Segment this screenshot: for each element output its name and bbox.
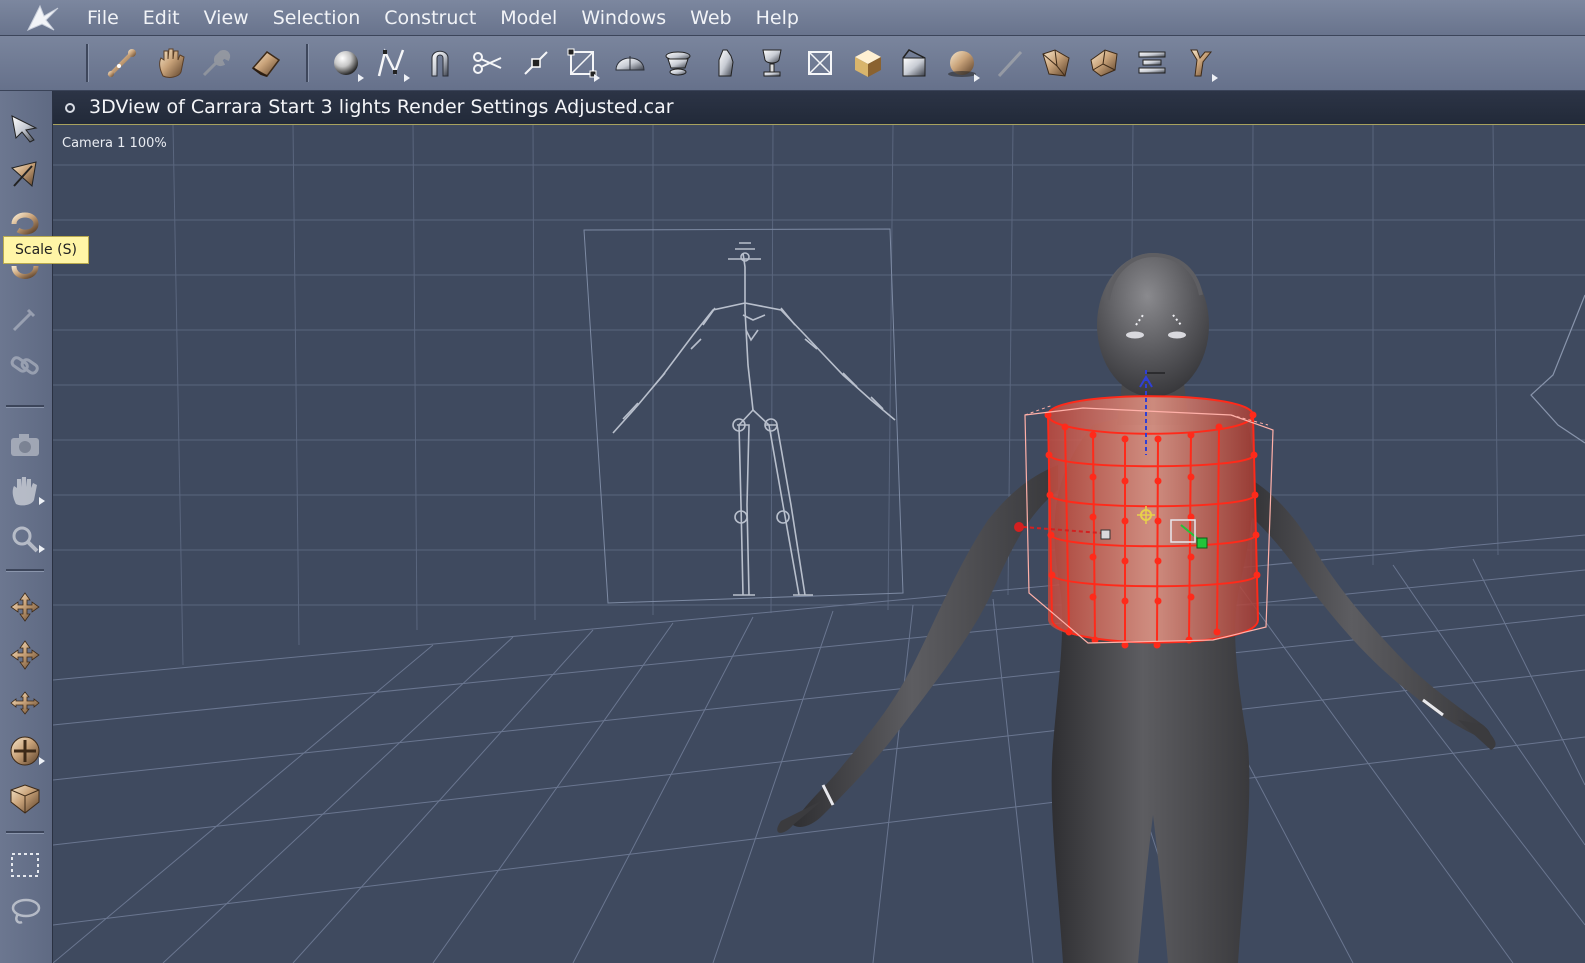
half-dome-icon[interactable] — [610, 42, 650, 84]
grid-floor — [53, 534, 1585, 963]
move-yz-icon[interactable] — [5, 683, 45, 723]
shape-twist-icon[interactable] — [1084, 42, 1124, 84]
menubar: File Edit View Selection Construct Model… — [0, 0, 1585, 36]
viewport-menu-dot-icon[interactable] — [65, 103, 75, 113]
magnet-icon[interactable] — [420, 42, 460, 84]
toolbar-separator — [306, 44, 308, 82]
bones-tool-icon[interactable] — [102, 42, 142, 84]
menu-windows[interactable]: Windows — [569, 0, 678, 35]
align-icon[interactable] — [1132, 42, 1172, 84]
menu-file[interactable]: File — [75, 0, 131, 35]
glove-icon[interactable] — [706, 42, 746, 84]
menu-model[interactable]: Model — [488, 0, 569, 35]
carrara-logo-icon[interactable] — [24, 2, 62, 32]
wand-icon[interactable] — [990, 42, 1030, 84]
move-xz-icon[interactable] — [5, 635, 45, 675]
toolbar-separator — [86, 44, 88, 82]
hand-grab-icon[interactable] — [152, 42, 192, 84]
tooltip: Scale (S) — [3, 236, 89, 264]
eyedropper-icon[interactable] — [5, 299, 45, 339]
lasso-select-icon[interactable] — [5, 891, 45, 931]
box-open-icon[interactable] — [894, 42, 934, 84]
menu-selection[interactable]: Selection — [261, 0, 373, 35]
scissors-icon[interactable] — [468, 42, 508, 84]
tool-palette — [0, 91, 53, 963]
move-xy-icon[interactable] — [5, 587, 45, 627]
menu-construct[interactable]: Construct — [372, 0, 488, 35]
spline-tool-icon[interactable] — [372, 42, 412, 84]
trophy-icon[interactable] — [752, 42, 792, 84]
scene-canvas[interactable] — [53, 125, 1585, 963]
menu-web[interactable]: Web — [678, 0, 743, 35]
marquee-select-icon[interactable] — [5, 845, 45, 885]
menu-help[interactable]: Help — [744, 0, 811, 35]
menu-bar-items: File Edit View Selection Construct Model… — [75, 0, 811, 35]
wrench-tool-icon[interactable] — [196, 42, 236, 84]
3d-viewport[interactable]: 3DView of Carrara Start 3 lights Render … — [53, 91, 1585, 963]
chain-link-icon[interactable] — [5, 345, 45, 385]
grid-back-wall — [53, 125, 1585, 666]
tool-separator — [6, 405, 44, 407]
menu-edit[interactable]: Edit — [131, 0, 192, 35]
move-all-icon[interactable] — [5, 731, 45, 771]
camera-icon[interactable] — [5, 425, 45, 465]
pan-hand-icon[interactable] — [5, 471, 45, 511]
skeleton-bounding-frame — [583, 228, 904, 604]
shape-morph-icon[interactable] — [1036, 42, 1076, 84]
eraser-tool-icon[interactable] — [246, 42, 286, 84]
sphere-primitive-icon[interactable] — [326, 42, 366, 84]
viewport-title: 3DView of Carrara Start 3 lights Render … — [89, 96, 674, 118]
offscreen-object-wireframe — [1530, 294, 1585, 444]
plane-icon[interactable] — [800, 42, 840, 84]
menu-view[interactable]: View — [192, 0, 261, 35]
direct-select-icon[interactable] — [5, 155, 45, 195]
zoom-magnifier-icon[interactable] — [5, 519, 45, 559]
viewport-titlebar: 3DView of Carrara Start 3 lights Render … — [53, 91, 1585, 125]
cube-icon[interactable] — [848, 42, 888, 84]
lathe-icon[interactable] — [658, 42, 698, 84]
main-toolbar — [0, 36, 1585, 91]
sphere-lit-icon[interactable] — [942, 42, 982, 84]
figure-icon[interactable] — [1180, 42, 1220, 84]
tool-separator — [6, 569, 44, 571]
camera-label[interactable]: Camera 1 100% — [62, 136, 167, 151]
selected-cylinder-object[interactable] — [1024, 395, 1274, 649]
tool-separator — [6, 831, 44, 833]
arrow-select-icon[interactable] — [5, 109, 45, 149]
skeleton-figure[interactable] — [612, 242, 896, 596]
view-cube-icon[interactable] — [5, 779, 45, 819]
bounding-box-icon[interactable] — [562, 42, 602, 84]
point-tool-icon[interactable] — [516, 42, 556, 84]
